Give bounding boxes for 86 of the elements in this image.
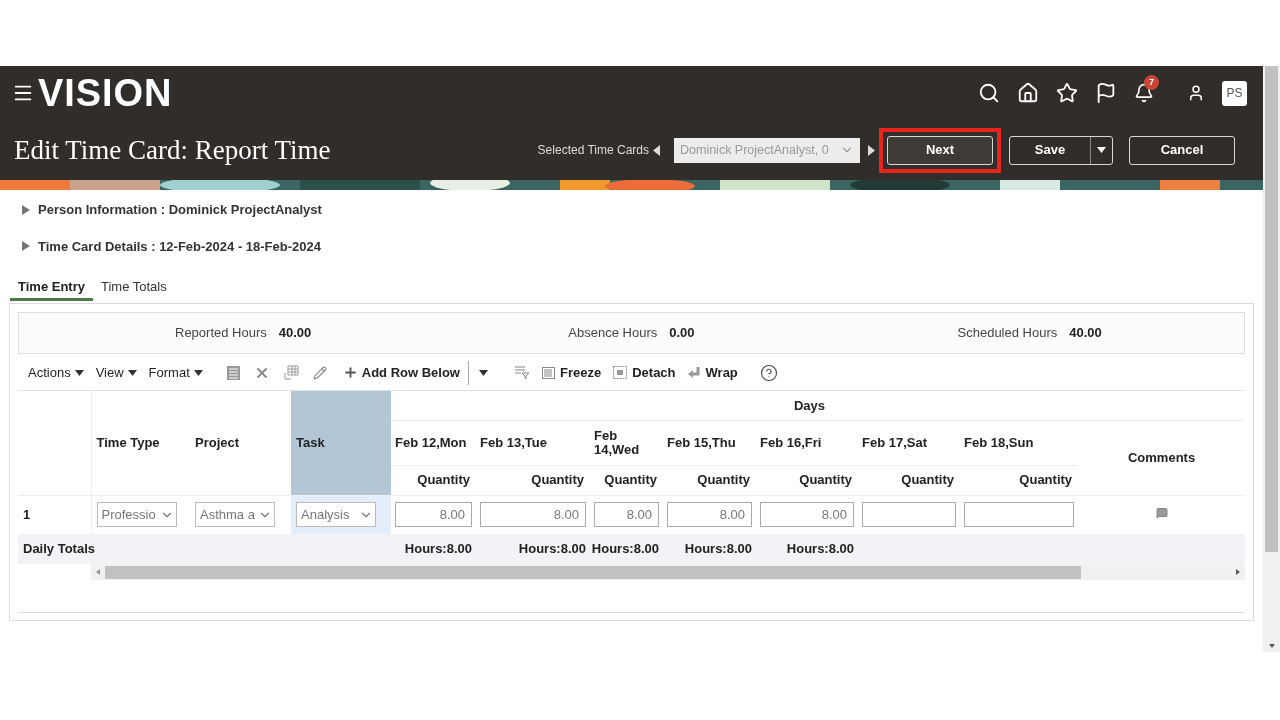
tab[interactable]: Time Totals xyxy=(92,275,175,301)
column-header: Quantity xyxy=(858,465,960,495)
column-header: Quantity xyxy=(756,465,858,495)
add-row-button[interactable]: Add Row Below xyxy=(342,362,460,383)
column-header: Quantity xyxy=(960,465,1079,495)
daily-total: Hours:8.00 xyxy=(591,541,659,557)
plus-icon xyxy=(342,365,358,380)
wrap-button[interactable]: Wrap xyxy=(687,362,738,383)
quantity-field[interactable] xyxy=(862,502,956,528)
column-header[interactable]: Task xyxy=(291,391,391,495)
quantity-field[interactable]: 8.00 xyxy=(395,502,472,528)
summary-label: Reported Hours xyxy=(175,324,267,343)
caret-icon xyxy=(1097,147,1106,153)
wrap-icon xyxy=(687,366,701,379)
column-header: Quantity xyxy=(476,465,590,495)
totals-label: Daily Totals xyxy=(23,541,95,557)
column-header: Quantity xyxy=(391,465,476,495)
notification-count: 7 xyxy=(1144,75,1159,90)
quantity-field[interactable]: 8.00 xyxy=(594,502,659,528)
quantity-field[interactable]: 8.00 xyxy=(480,502,586,528)
column-header[interactable]: Project xyxy=(190,391,291,495)
column-header[interactable]: Comments xyxy=(1078,420,1246,495)
columns-icon xyxy=(542,366,555,379)
comment-icon[interactable] xyxy=(1155,507,1168,519)
summary-value: 0.00 xyxy=(669,324,695,343)
logo[interactable]: VISION xyxy=(38,74,173,112)
select-field[interactable]: Professio xyxy=(96,502,177,528)
column-header[interactable]: Time Type xyxy=(91,391,190,495)
daily-total: Hours:8.00 xyxy=(684,541,752,557)
page-title: Edit Time Card: Report Time xyxy=(14,133,331,167)
quantity-field[interactable]: 8.00 xyxy=(760,502,854,528)
star-icon[interactable] xyxy=(1056,82,1078,104)
edit-icon[interactable] xyxy=(312,365,327,380)
caret-icon xyxy=(193,369,203,376)
column-header[interactable]: Feb 18,Sun xyxy=(960,420,1079,465)
daily-total: Hours:8.00 xyxy=(786,541,854,557)
menu-button[interactable]: Format xyxy=(148,362,203,383)
scroll-down-icon[interactable] xyxy=(1266,642,1277,650)
freeze-button[interactable]: Freeze xyxy=(542,362,602,383)
menu-button[interactable]: Actions xyxy=(28,362,84,383)
quantity-field[interactable]: 8.00 xyxy=(667,502,752,528)
summary-value: 40.00 xyxy=(278,324,312,343)
daily-total: Hours:8.00 xyxy=(404,541,472,557)
column-group-header: Days xyxy=(391,391,1079,420)
summary-label: Scheduled Hours xyxy=(957,324,1058,343)
summary-label: Absence Hours xyxy=(568,324,658,343)
select-field[interactable]: Analysis xyxy=(296,502,376,528)
column-header[interactable]: Feb 12,Mon xyxy=(391,420,476,465)
column-header[interactable]: Feb 14,Wed xyxy=(590,420,663,465)
bell-icon[interactable] xyxy=(1134,83,1154,103)
detach-button[interactable]: Detach xyxy=(613,362,676,383)
column-header[interactable]: Feb 17,Sat xyxy=(858,420,960,465)
search-icon[interactable] xyxy=(978,82,1000,104)
caret-icon xyxy=(127,369,137,376)
summary-value: 40.00 xyxy=(1069,324,1102,343)
avatar[interactable]: PS xyxy=(1222,80,1247,106)
daily-total: Hours:8.00 xyxy=(518,541,586,557)
select-field[interactable]: Asthma a xyxy=(195,502,275,528)
next-button[interactable]: Next xyxy=(887,135,993,165)
user-icon[interactable] xyxy=(1187,84,1205,102)
flag-icon[interactable] xyxy=(1095,82,1117,104)
section-header[interactable]: Person Information : Dominick ProjectAnalyst xyxy=(22,200,1263,220)
save-button[interactable]: Save xyxy=(1009,135,1113,165)
column-header[interactable]: Feb 16,Fri xyxy=(756,420,858,465)
column-header[interactable]: Feb 15,Thu xyxy=(663,420,756,465)
expand-icon xyxy=(22,241,30,252)
caret-icon xyxy=(479,369,488,376)
detach-icon xyxy=(613,366,628,379)
list-icon[interactable] xyxy=(226,365,240,380)
home-icon[interactable] xyxy=(1017,82,1039,104)
quantity-field[interactable] xyxy=(964,502,1075,528)
tab[interactable]: Time Entry xyxy=(10,275,93,301)
expand-icon xyxy=(22,204,30,215)
column-header: Quantity xyxy=(590,465,663,495)
column-header[interactable]: Feb 13,Tue xyxy=(476,420,590,465)
help-icon[interactable] xyxy=(759,363,778,382)
menu-button[interactable]: View xyxy=(95,362,137,383)
previous-icon[interactable] xyxy=(653,144,660,156)
cancel-button[interactable]: Cancel xyxy=(1129,135,1235,165)
next-icon[interactable] xyxy=(868,144,875,156)
selector-label: Selected Time Cards xyxy=(537,142,649,159)
vertical-scrollbar[interactable] xyxy=(1263,66,1280,652)
section-header[interactable]: Time Card Details : 12-Feb-2024 - 18-Feb-2024 xyxy=(22,236,1263,256)
column-header: Quantity xyxy=(663,465,756,495)
caret-icon xyxy=(74,369,84,376)
horizontal-scrollbar[interactable] xyxy=(91,564,1246,580)
